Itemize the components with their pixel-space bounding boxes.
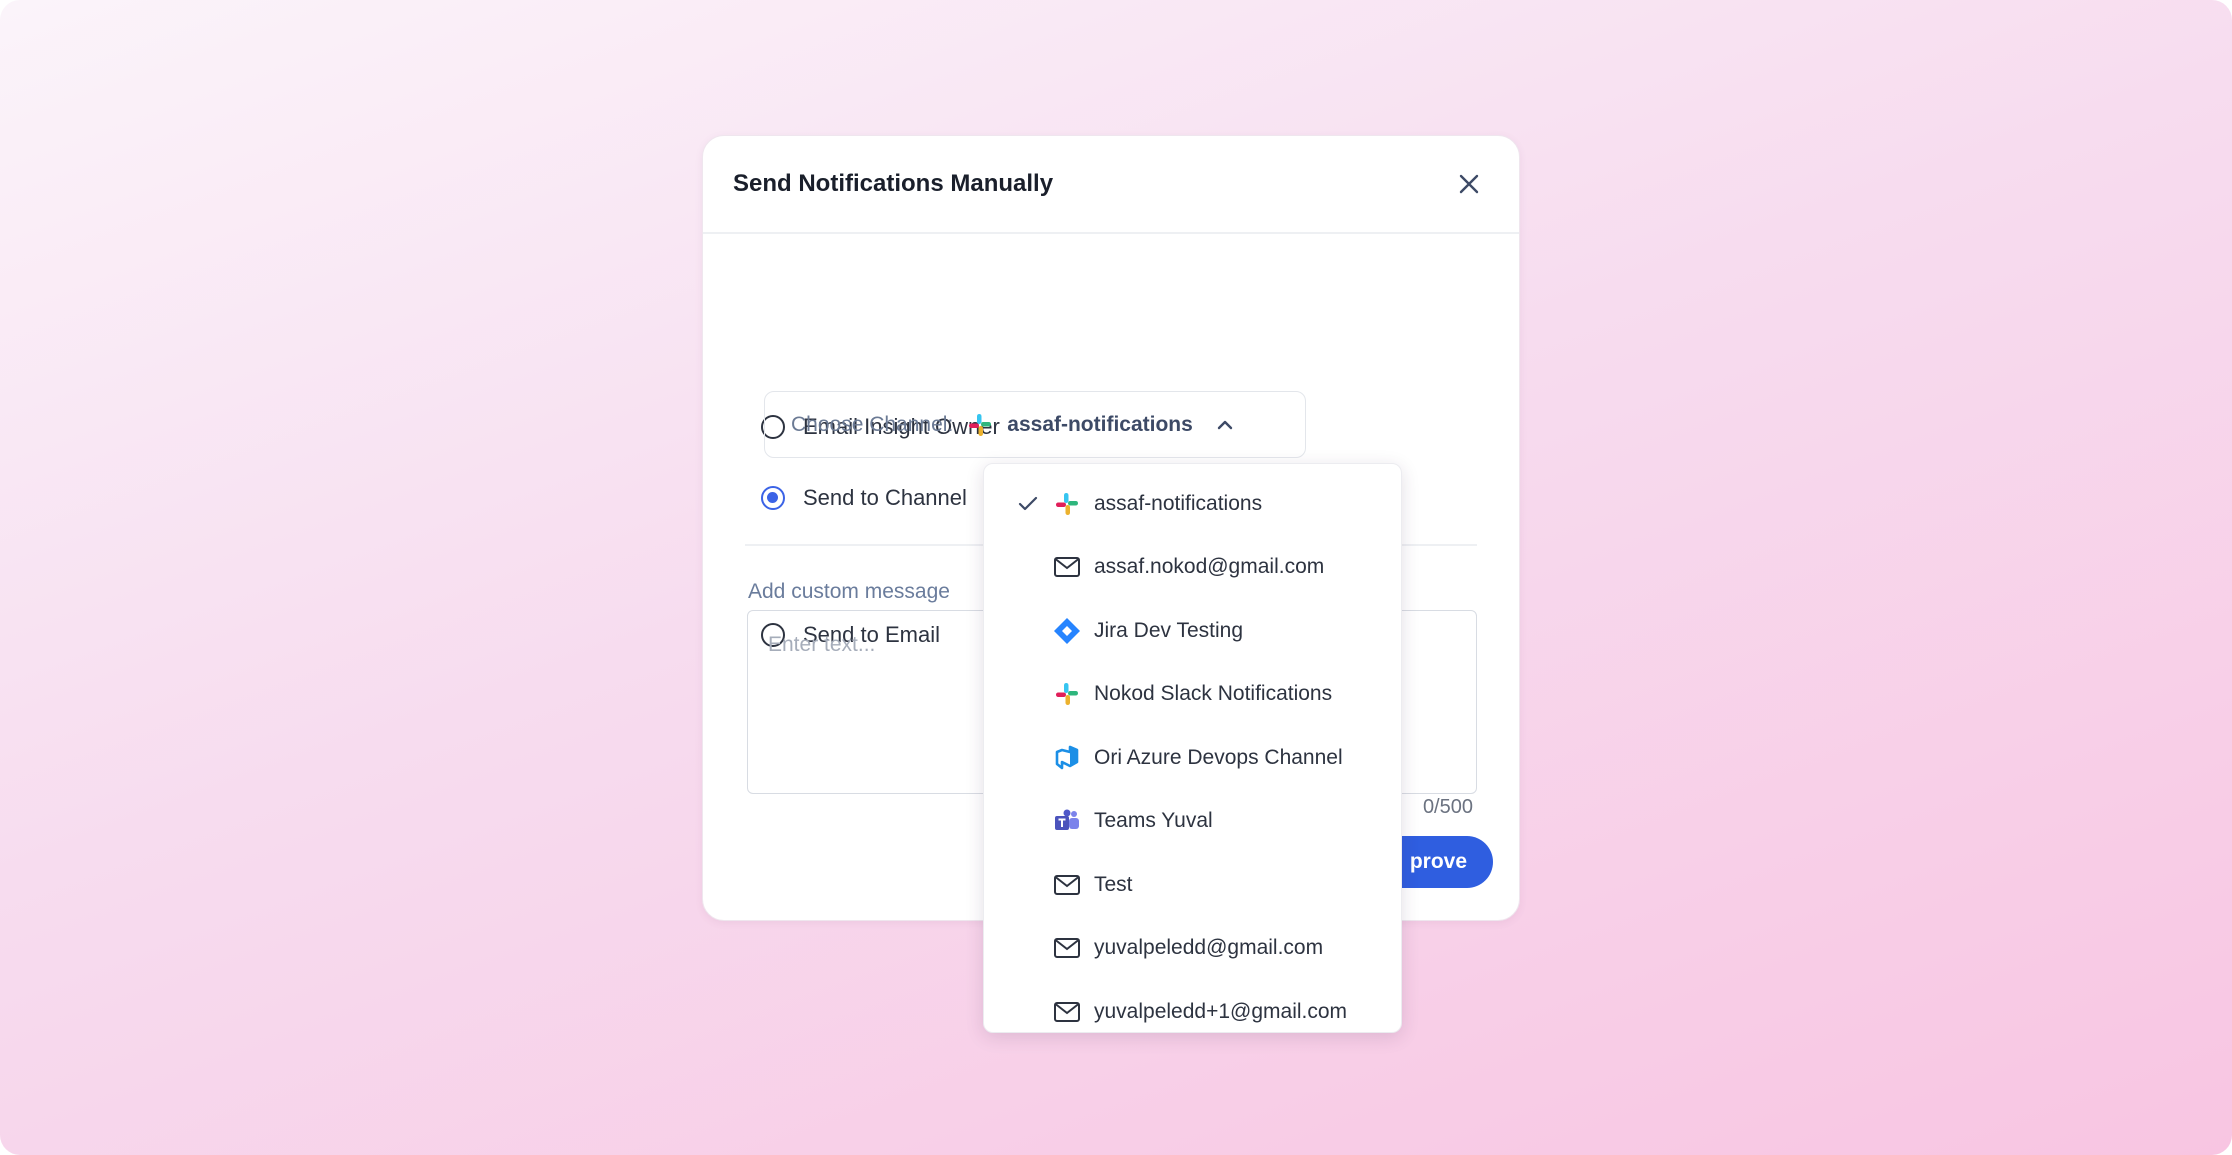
slack-icon [1056, 492, 1078, 515]
dropdown-item-label: yuvalpeledd+1@gmail.com [1094, 999, 1348, 1023]
option-label: Send to Channel [803, 485, 967, 510]
dropdown-item-yuvalpeledd-email[interactable]: yuvalpeledd@gmail.com [984, 917, 1401, 981]
radio-send-to-channel[interactable] [761, 486, 785, 510]
dropdown-item-nokod-slack[interactable]: Nokod Slack Notifications [984, 663, 1401, 727]
dropdown-item-ori-azure-devops[interactable]: Ori Azure Devops Channel [984, 726, 1401, 790]
modal-title: Send Notifications Manually [733, 170, 1054, 197]
dropdown-item-assaf-email[interactable]: assaf.nokod@gmail.com [984, 536, 1401, 600]
mail-icon [1054, 938, 1080, 959]
dropdown-item-label: Teams Yuval [1094, 809, 1213, 833]
jira-icon [1054, 617, 1080, 644]
teams-icon [1055, 809, 1079, 831]
channel-dropdown-menu: assaf-notifications assaf.nokod@gmail.co… [983, 463, 1402, 1033]
dropdown-item-label: Ori Azure Devops Channel [1094, 745, 1343, 769]
modal-header: Send Notifications Manually [703, 136, 1519, 234]
dropdown-item-jira-dev-testing[interactable]: Jira Dev Testing [984, 599, 1401, 663]
mail-icon [1054, 1001, 1080, 1022]
dropdown-item-label: yuvalpeledd@gmail.com [1094, 936, 1324, 960]
character-counter: 0/500 [1422, 796, 1473, 818]
dropdown-item-teams-yuval[interactable]: Teams Yuval [984, 790, 1401, 854]
mail-icon [1054, 874, 1080, 895]
approve-button-label: prove [1409, 850, 1467, 873]
mail-icon [1054, 557, 1080, 578]
custom-message-label: Add custom message [748, 580, 950, 603]
dropdown-item-label: Nokod Slack Notifications [1094, 682, 1333, 706]
dropdown-item-label: assaf-notifications [1094, 491, 1263, 515]
azure-devops-icon [1055, 745, 1079, 770]
chevron-up-icon [1217, 420, 1233, 429]
dropdown-item-label: Test [1094, 872, 1133, 896]
option-send-to-channel[interactable]: Send to Channel [761, 485, 967, 511]
slack-icon [969, 413, 992, 436]
close-icon [1459, 174, 1479, 194]
choose-channel-label: Choose Channel: [791, 412, 954, 436]
choose-channel-select[interactable]: Choose Channel: assaf-notifications [764, 391, 1306, 458]
close-button[interactable] [1449, 164, 1489, 204]
selected-channel-value: assaf-notifications [1007, 412, 1193, 436]
dropdown-item-yuvalpeledd1-email[interactable]: yuvalpeledd+1@gmail.com [984, 980, 1401, 1044]
dropdown-item-label: assaf.nokod@gmail.com [1094, 555, 1325, 579]
dropdown-item-test[interactable]: Test [984, 853, 1401, 917]
slack-icon [1056, 683, 1078, 706]
check-icon [1018, 496, 1038, 510]
dropdown-item-assaf-notifications[interactable]: assaf-notifications [984, 472, 1401, 536]
dropdown-item-label: Jira Dev Testing [1094, 618, 1244, 642]
